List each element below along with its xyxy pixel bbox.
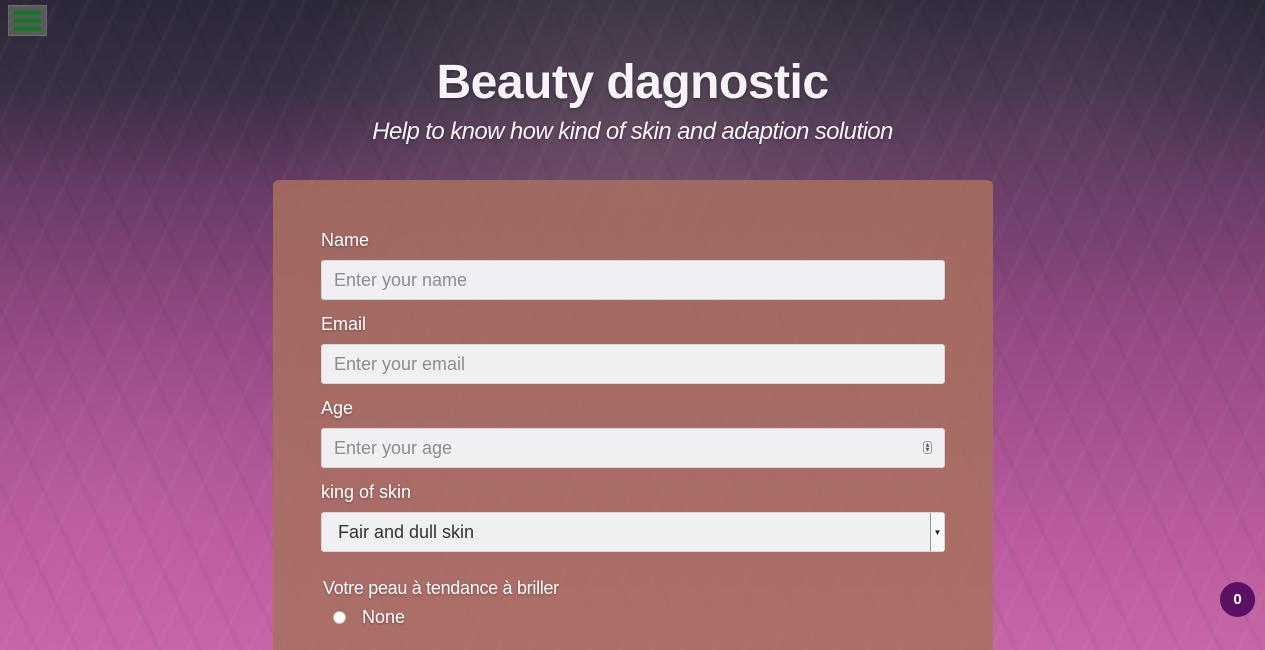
name-field-group: Name bbox=[321, 230, 945, 300]
skin-kind-select[interactable]: Fair and dull skin ▼ bbox=[321, 512, 945, 552]
radio-button-icon[interactable] bbox=[333, 611, 346, 624]
skin-kind-selected-value: Fair and dull skin bbox=[338, 521, 475, 542]
hero-header: Beauty dagnostic Help to know how kind o… bbox=[0, 55, 1265, 146]
shine-option-none[interactable]: None bbox=[323, 607, 945, 628]
age-input[interactable] bbox=[321, 428, 945, 468]
hamburger-menu-icon bbox=[14, 10, 41, 15]
diagnostic-form: Name Email Age ▲ ▼ king of skin Fair and… bbox=[273, 180, 993, 650]
email-input[interactable] bbox=[321, 344, 945, 384]
shine-question-label: Votre peau à tendance à briller bbox=[323, 578, 559, 598]
hamburger-menu-icon-bar bbox=[14, 26, 41, 31]
skin-kind-field-group: king of skin Fair and dull skin ▼ bbox=[321, 482, 945, 552]
email-field-group: Email bbox=[321, 314, 945, 384]
number-spinner-icon[interactable]: ▲ ▼ bbox=[923, 441, 932, 454]
cart-count-badge[interactable]: 0 bbox=[1220, 582, 1255, 617]
name-input[interactable] bbox=[321, 260, 945, 300]
chevron-down-icon[interactable]: ▼ bbox=[930, 513, 944, 551]
name-label: Name bbox=[321, 230, 370, 250]
shine-option-label: None bbox=[362, 607, 406, 627]
menu-button[interactable] bbox=[8, 5, 47, 36]
hamburger-menu-icon-bar bbox=[14, 18, 41, 23]
spinner-down-icon[interactable]: ▼ bbox=[926, 447, 930, 453]
skin-kind-label: king of skin bbox=[321, 482, 412, 502]
email-label: Email bbox=[321, 314, 367, 334]
age-input-wrapper: ▲ ▼ bbox=[321, 428, 945, 468]
age-field-group: Age ▲ ▼ bbox=[321, 398, 945, 468]
shine-radio-group: Votre peau à tendance à briller None bbox=[321, 578, 945, 628]
age-label: Age bbox=[321, 398, 354, 418]
page-subtitle: Help to know how kind of skin and adapti… bbox=[372, 118, 893, 145]
page-title: Beauty dagnostic bbox=[436, 56, 829, 109]
